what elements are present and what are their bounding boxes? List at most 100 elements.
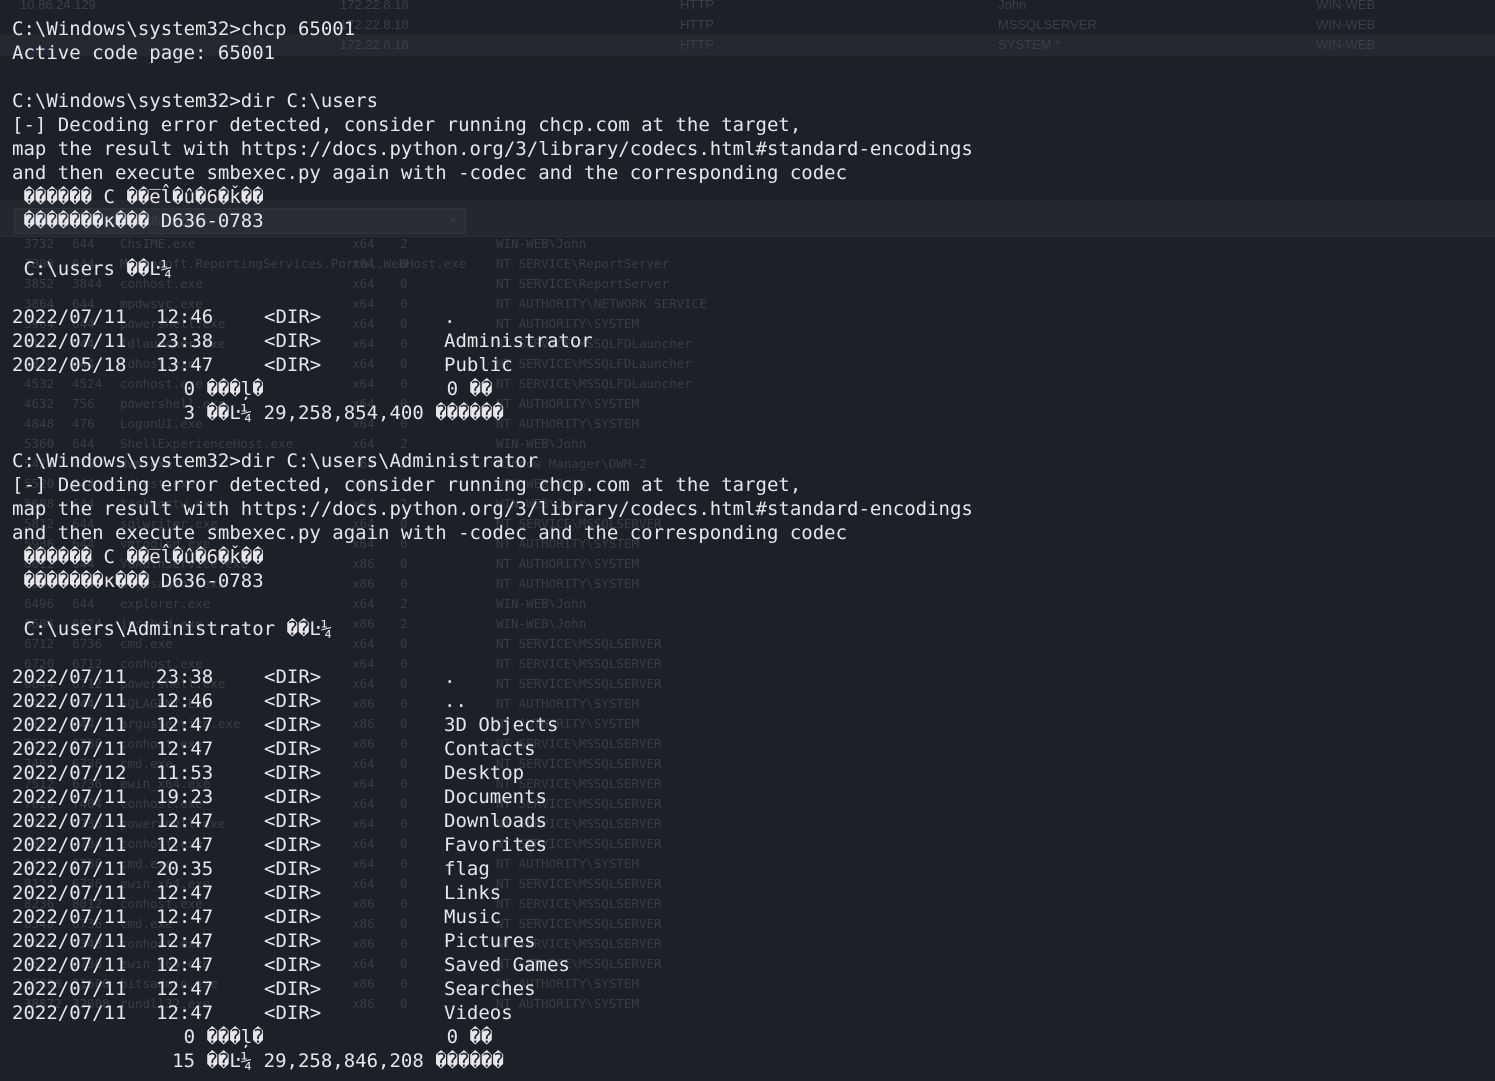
dir-entry-time: 12:47	[156, 810, 214, 832]
background-session-row[interactable]: 10.86.24.129 172.22.8.18 HTTP John WIN-WEB	[0, 0, 1495, 16]
dir-listing-row: 2022/07/11 12:47 <DIR> 3D Objects	[12, 713, 1482, 737]
dir-entry-date: 2022/07/11	[12, 690, 127, 712]
terminal-line: [-] Decoding error detected, consider ru…	[12, 474, 802, 496]
terminal-line: and then execute smbexec.py again with -…	[12, 522, 848, 544]
dir-listing-row: 2022/07/11 12:46 <DIR>..	[12, 689, 1482, 713]
dir-entry-date: 2022/05/18	[12, 354, 127, 376]
terminal-line: 0 ���ļ� 0 ��	[12, 378, 493, 400]
dir-listing-row: 2022/05/18 13:47 <DIR> Public	[12, 353, 1482, 377]
screen: 10.86.24.129 172.22.8.18 HTTP John WIN-WEB 17…	[0, 0, 1495, 1081]
dir-entry-date: 2022/07/11	[12, 330, 127, 352]
dir-entry-date: 2022/07/11	[12, 786, 127, 808]
terminal-line: [-] Decoding error detected, consider ru…	[12, 114, 802, 136]
terminal-line: C:\Windows\system32>chcp 65001	[12, 18, 356, 40]
terminal-line: and then execute smbexec.py again with -…	[12, 162, 848, 184]
dir-entry-date: 2022/07/11	[12, 714, 127, 736]
dir-entry-date: 2022/07/11	[12, 306, 127, 328]
dir-entry-date: 2022/07/11	[12, 906, 127, 928]
dir-entry-type: <DIR>	[264, 306, 322, 328]
dir-entry-type: <DIR>	[264, 978, 322, 1000]
terminal-line: �������ĸ��� D636-0783	[12, 570, 264, 592]
dir-entry-name: ..	[444, 690, 467, 712]
dir-entry-type: <DIR>	[264, 786, 322, 808]
dir-entry-type: <DIR>	[264, 666, 322, 688]
terminal-line: map the result with https://docs.python.…	[12, 498, 973, 520]
dir-entry-type: <DIR>	[264, 906, 322, 928]
dir-entry-name: Documents	[444, 786, 547, 808]
dir-entry-date: 2022/07/11	[12, 810, 127, 832]
background-session-cell: John	[998, 0, 1027, 12]
dir-entry-name: Downloads	[444, 810, 547, 832]
dir-entry-time: 11:53	[156, 762, 214, 784]
terminal-line: 15 ��Ŀ¼ 29,258,846,208 ������	[12, 1050, 504, 1072]
dir-entry-name: Music	[444, 906, 502, 928]
dir-entry-name: Saved Games	[444, 954, 570, 976]
dir-listing-row: 2022/07/11 19:23 <DIR> Documents	[12, 785, 1482, 809]
dir-entry-name: Administrator	[444, 330, 593, 352]
dir-listing-row: 2022/07/11 12:47 <DIR> Videos	[12, 1001, 1482, 1025]
dir-entry-name: .	[444, 666, 456, 688]
terminal-line: 3 ��Ŀ¼ 29,258,854,400 ������	[12, 402, 504, 424]
dir-entry-time: 12:47	[156, 906, 214, 928]
dir-entry-type: <DIR>	[264, 1002, 322, 1024]
dir-entry-date: 2022/07/11	[12, 978, 127, 1000]
dir-entry-name: Pictures	[444, 930, 536, 952]
dir-entry-name: Public	[444, 354, 513, 376]
dir-entry-time: 23:38	[156, 330, 214, 352]
dir-entry-date: 2022/07/11	[12, 858, 127, 880]
dir-listing-row: 2022/07/11 12:47 <DIR> Downloads	[12, 809, 1482, 833]
dir-entry-type: <DIR>	[264, 738, 322, 760]
terminal-line: Active code page: 65001	[12, 42, 276, 64]
dir-entry-type: <DIR>	[264, 714, 322, 736]
dir-entry-name: Desktop	[444, 762, 525, 784]
dir-entry-time: 12:47	[156, 978, 214, 1000]
dir-listing-row: 2022/07/11 12:47 <DIR> Links	[12, 881, 1482, 905]
terminal-output[interactable]: C:\Windows\system32>chcp 65001 Active cod…	[12, 17, 1482, 1073]
dir-entry-date: 2022/07/11	[12, 1002, 127, 1024]
dir-listing-row: 2022/07/11 12:46 <DIR>.	[12, 305, 1482, 329]
dir-entry-name: 3D Objects	[444, 714, 559, 736]
terminal-line: C:\users\Administrator ��Ŀ¼	[12, 618, 333, 640]
terminal-line: �������ĸ��� D636-0783	[12, 210, 264, 232]
dir-listing-row: 2022/07/11 12:47 <DIR> Searches	[12, 977, 1482, 1001]
dir-entry-time: 12:47	[156, 834, 214, 856]
dir-entry-time: 12:47	[156, 714, 214, 736]
dir-entry-type: <DIR>	[264, 810, 322, 832]
background-session-cell: 172.22.8.18	[340, 0, 409, 12]
dir-entry-name: flag	[444, 858, 490, 880]
terminal-line: C:\Windows\system32>dir C:\users	[12, 90, 379, 112]
dir-entry-name: .	[444, 306, 456, 328]
dir-entry-time: 20:35	[156, 858, 214, 880]
dir-entry-time: 12:47	[156, 954, 214, 976]
dir-entry-date: 2022/07/12	[12, 762, 127, 784]
dir-entry-time: 12:47	[156, 882, 214, 904]
background-session-cell: WIN-WEB	[1316, 0, 1376, 12]
dir-entry-time: 12:47	[156, 930, 214, 952]
dir-listing-row: 2022/07/11 12:47 <DIR> Contacts	[12, 737, 1482, 761]
dir-listing-row: 2022/07/11 12:47 <DIR> Favorites	[12, 833, 1482, 857]
terminal-line: 0 ���ļ� 0 ��	[12, 1026, 493, 1048]
dir-entry-time: 12:46	[156, 690, 214, 712]
dir-entry-name: Searches	[444, 978, 536, 1000]
dir-entry-date: 2022/07/11	[12, 666, 127, 688]
dir-entry-type: <DIR>	[264, 762, 322, 784]
dir-listing-row: 2022/07/11 12:47 <DIR> Saved Games	[12, 953, 1482, 977]
dir-entry-time: 12:47	[156, 738, 214, 760]
terminal-line: C:\users ��Ŀ¼	[12, 258, 173, 280]
dir-entry-name: Videos	[444, 1002, 513, 1024]
dir-entry-time: 12:47	[156, 1002, 214, 1024]
dir-listing-row: 2022/07/11 12:47 <DIR> Music	[12, 905, 1482, 929]
dir-listing-row: 2022/07/12 11:53 <DIR> Desktop	[12, 761, 1482, 785]
dir-entry-type: <DIR>	[264, 330, 322, 352]
dir-listing-row: 2022/07/11 12:47 <DIR> Pictures	[12, 929, 1482, 953]
terminal-line: ������ C ��e̅l̂�û�6�ǩ��	[12, 546, 264, 568]
dir-entry-type: <DIR>	[264, 882, 322, 904]
background-session-cell: HTTP	[680, 0, 714, 12]
dir-entry-date: 2022/07/11	[12, 738, 127, 760]
